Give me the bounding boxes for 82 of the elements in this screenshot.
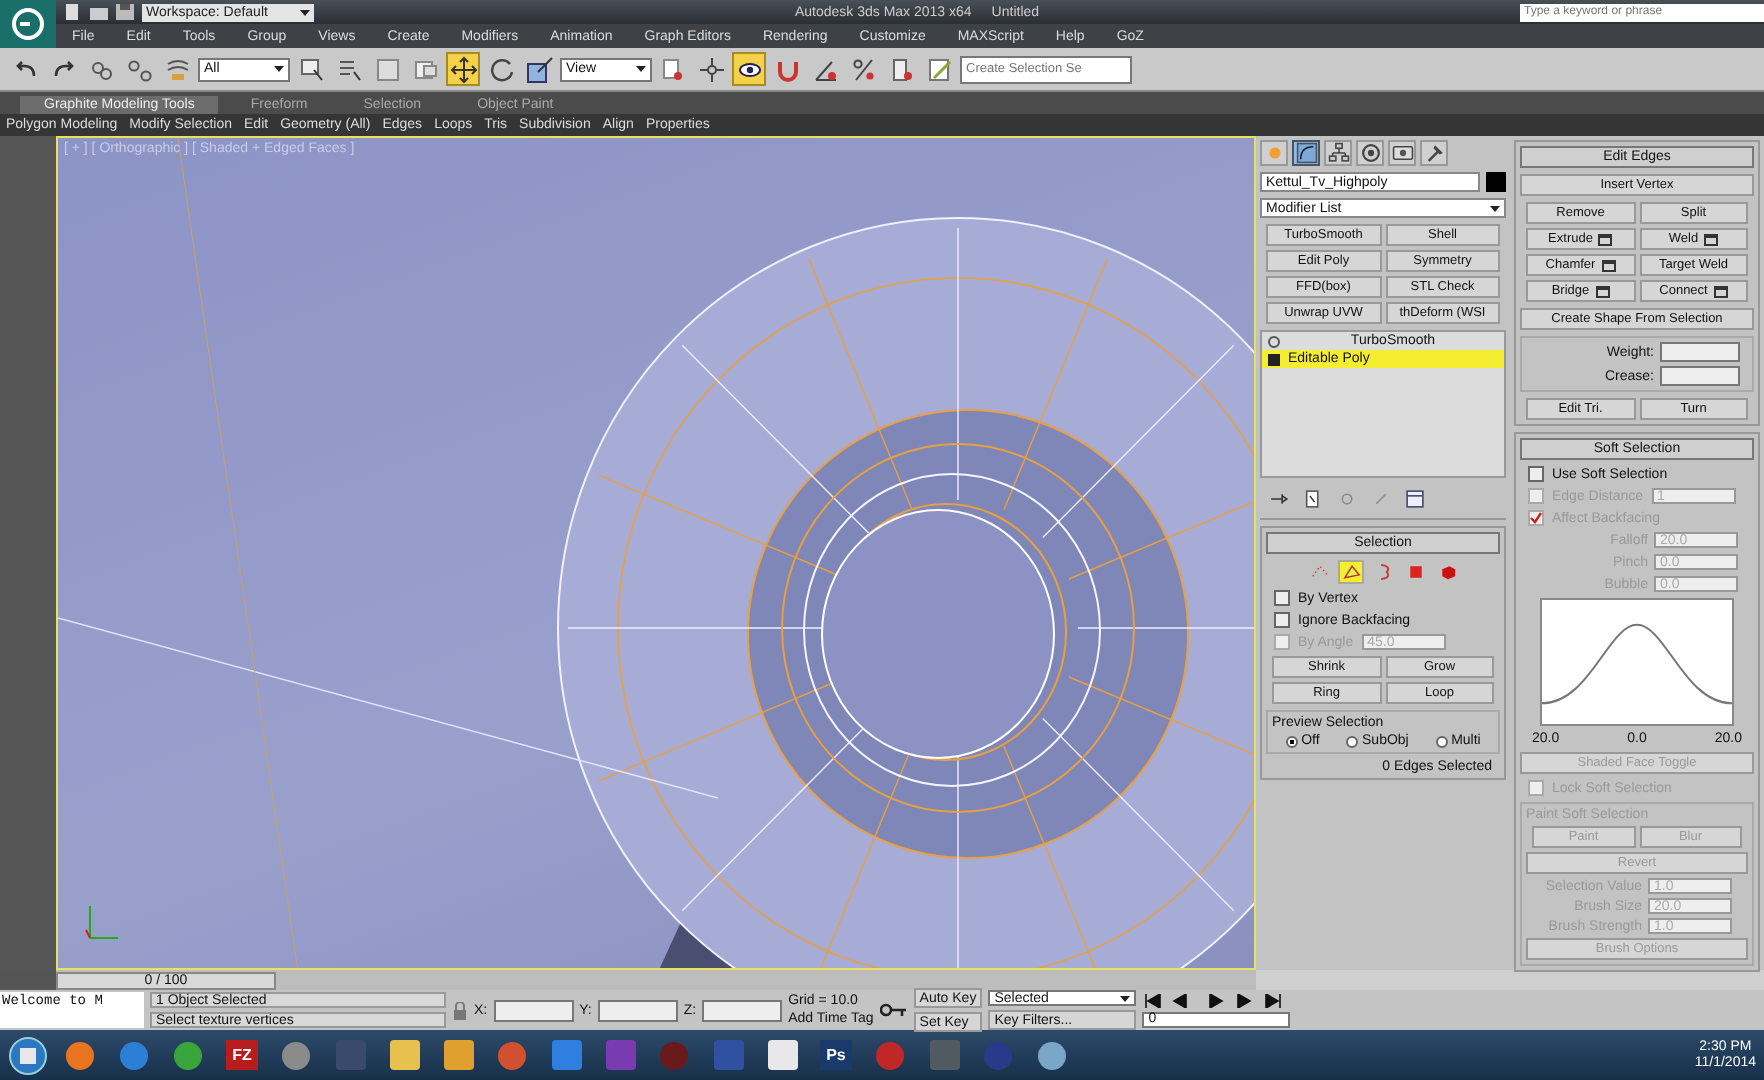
pivot-center-icon [659, 55, 687, 83]
app-icon[interactable]: FZ [226, 1040, 258, 1070]
settings-icon[interactable] [1704, 233, 1719, 245]
manipulate-icon [697, 55, 725, 83]
hierarchy-icon [1327, 142, 1349, 164]
subobject-button[interactable] [1338, 560, 1364, 584]
start-button-icon[interactable] [8, 1035, 48, 1075]
broken-chain-icon [125, 55, 153, 83]
square-app-icon[interactable] [443, 1040, 473, 1070]
round-app-icon[interactable] [172, 1039, 204, 1071]
lock-icon[interactable] [452, 1001, 468, 1019]
square-app-icon[interactable] [767, 1040, 797, 1070]
radio-button[interactable] [1346, 735, 1359, 747]
rotate-icon [487, 55, 515, 83]
command-panel-tab[interactable] [1324, 140, 1352, 166]
settings-icon[interactable] [1713, 285, 1728, 297]
hammer-icon [1423, 142, 1445, 164]
faded-remove-icon [1370, 488, 1392, 510]
round-app-icon[interactable] [1036, 1039, 1068, 1071]
toolbar-button[interactable] [732, 52, 766, 86]
command-panel-tab[interactable] [1356, 140, 1384, 166]
caret-icon [636, 66, 646, 72]
caret-icon [1490, 205, 1500, 211]
command-panel-tab[interactable] [1292, 140, 1320, 166]
crease-spinner[interactable] [1660, 366, 1740, 386]
new-file-icon[interactable] [64, 4, 82, 20]
caret-icon [1120, 995, 1131, 1001]
axis-tripod-icon [85, 905, 119, 939]
percent-snap-icon [849, 55, 877, 83]
object-color-swatch[interactable] [1486, 172, 1506, 192]
element-cube-icon [1437, 562, 1457, 582]
scale-box-icon [525, 55, 553, 83]
bent-curve-icon [1295, 142, 1317, 164]
square-icon [1268, 353, 1280, 365]
x-field[interactable] [493, 999, 574, 1021]
edge-triangle-icon [1341, 562, 1361, 582]
list-cursor-icon [335, 55, 363, 83]
command-panel-tab[interactable] [1388, 140, 1416, 166]
toolbar-button[interactable] [694, 52, 728, 86]
checkbox[interactable] [1274, 590, 1290, 606]
monitor-icon [1391, 142, 1413, 164]
rectangle-region-icon [373, 55, 401, 83]
app-logo-icon[interactable] [0, 0, 56, 48]
pin-icon [1268, 488, 1290, 510]
checkbox[interactable] [1274, 612, 1290, 628]
checkbox[interactable] [1528, 488, 1544, 504]
y-field[interactable] [597, 999, 678, 1021]
pencil-list-icon [925, 55, 953, 83]
window-crossing-icon [411, 55, 439, 83]
weight-spinner[interactable] [1660, 342, 1740, 362]
checkbox[interactable] [1528, 510, 1544, 526]
playback-controls-icon[interactable] [1142, 993, 1283, 1007]
checkbox[interactable] [1528, 466, 1544, 482]
vertex-dots-icon [1309, 562, 1329, 582]
radio-button[interactable] [1435, 735, 1448, 747]
round-app-icon[interactable] [280, 1039, 312, 1071]
z-field[interactable] [702, 999, 783, 1021]
toolbar-button[interactable] [522, 52, 556, 86]
select-cursor-icon [297, 55, 325, 83]
space-warp-bind-icon [163, 55, 191, 83]
key-icon[interactable] [879, 1002, 908, 1018]
end-result-icon [1302, 488, 1324, 510]
command-panel-tab[interactable] [1420, 140, 1448, 166]
checkbox[interactable] [1528, 780, 1544, 796]
round-app-icon[interactable] [496, 1039, 528, 1071]
bulb-icon [1268, 335, 1280, 347]
circle-icon [1359, 142, 1381, 164]
round-app-icon[interactable] [64, 1039, 96, 1071]
square-app-icon[interactable] [389, 1040, 419, 1070]
polygon-square-icon [1405, 562, 1425, 582]
round-app-icon[interactable] [118, 1039, 150, 1071]
save-icon[interactable] [116, 4, 134, 20]
faded-pin-icon [1336, 488, 1358, 510]
spinner-snap-icon [887, 55, 915, 83]
move-arrows-icon [449, 55, 477, 83]
app-icon[interactable]: Ps [820, 1040, 852, 1070]
caret-icon [274, 66, 284, 72]
toolbar-button[interactable] [446, 52, 480, 86]
folder-icon[interactable] [90, 4, 108, 20]
radio-button[interactable] [1285, 735, 1298, 747]
caret-icon [300, 9, 310, 15]
configure-sets-icon [1404, 488, 1426, 510]
